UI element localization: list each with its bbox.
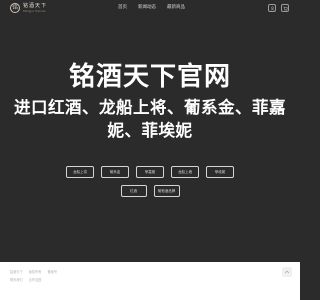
tag-button[interactable]: 菲埃妮 — [206, 166, 234, 178]
cart-icon — [283, 6, 288, 11]
user-icon — [270, 6, 274, 11]
main-nav: 首页 新闻动态 最新商品 — [118, 4, 196, 12]
nav-item-products[interactable]: 最新商品 — [167, 4, 185, 12]
back-to-top-button[interactable] — [282, 267, 292, 277]
site-footer: 铭酒天下 版权所有 备案号 联系我们 合作加盟 — [0, 262, 300, 300]
user-button[interactable] — [268, 4, 276, 12]
site-header: 铭 铭酒天下 Mingjiu Tianxia 首页 新闻动态 最新商品 — [0, 0, 300, 16]
tag-button[interactable]: 葡系金 — [101, 166, 129, 178]
footer-text: 铭酒天下 — [10, 270, 23, 274]
tag-button[interactable]: 龙船上墙 — [171, 166, 199, 178]
logo-text: 铭酒天下 Mingjiu Tianxia — [23, 3, 47, 13]
cart-button[interactable] — [281, 4, 289, 12]
footer-text: 版权所有 — [28, 270, 42, 274]
chevron-up-icon — [284, 270, 290, 274]
tag-button[interactable]: 葡萄酒品牌 — [153, 185, 180, 197]
tag-button[interactable]: 红酒 — [120, 185, 147, 197]
page: 铭 铭酒天下 Mingjiu Tianxia 首页 新闻动态 最新商品 铭酒天下… — [0, 0, 300, 300]
hero-subtitle: 进口红酒、龙船上将、葡系金、菲嘉妮、菲埃妮 — [14, 98, 286, 140]
footer-line-2: 联系我们 合作加盟 — [10, 278, 42, 283]
nav-item-home[interactable]: 首页 — [118, 4, 127, 12]
tag-button[interactable]: 龙船上将 — [66, 166, 94, 178]
footer-link[interactable]: 备案号 — [48, 270, 58, 275]
footer-link[interactable]: 合作加盟 — [29, 278, 42, 283]
tag-list: 龙船上将 葡系金 菲嘉妮 龙船上墙 菲埃妮 红酒 葡萄酒品牌 — [62, 166, 238, 197]
footer-link[interactable]: 联系我们 — [10, 278, 23, 283]
nav-item-news[interactable]: 新闻动态 — [138, 4, 156, 12]
hero-title: 铭酒天下官网 — [68, 62, 231, 92]
tag-button[interactable]: 菲嘉妮 — [136, 166, 164, 178]
logo-mark-icon: 铭 — [10, 3, 20, 13]
footer-line-1: 铭酒天下 版权所有 备案号 — [10, 270, 57, 275]
logo-name-en: Mingjiu Tianxia — [23, 9, 46, 13]
site-logo[interactable]: 铭 铭酒天下 Mingjiu Tianxia — [10, 3, 47, 13]
